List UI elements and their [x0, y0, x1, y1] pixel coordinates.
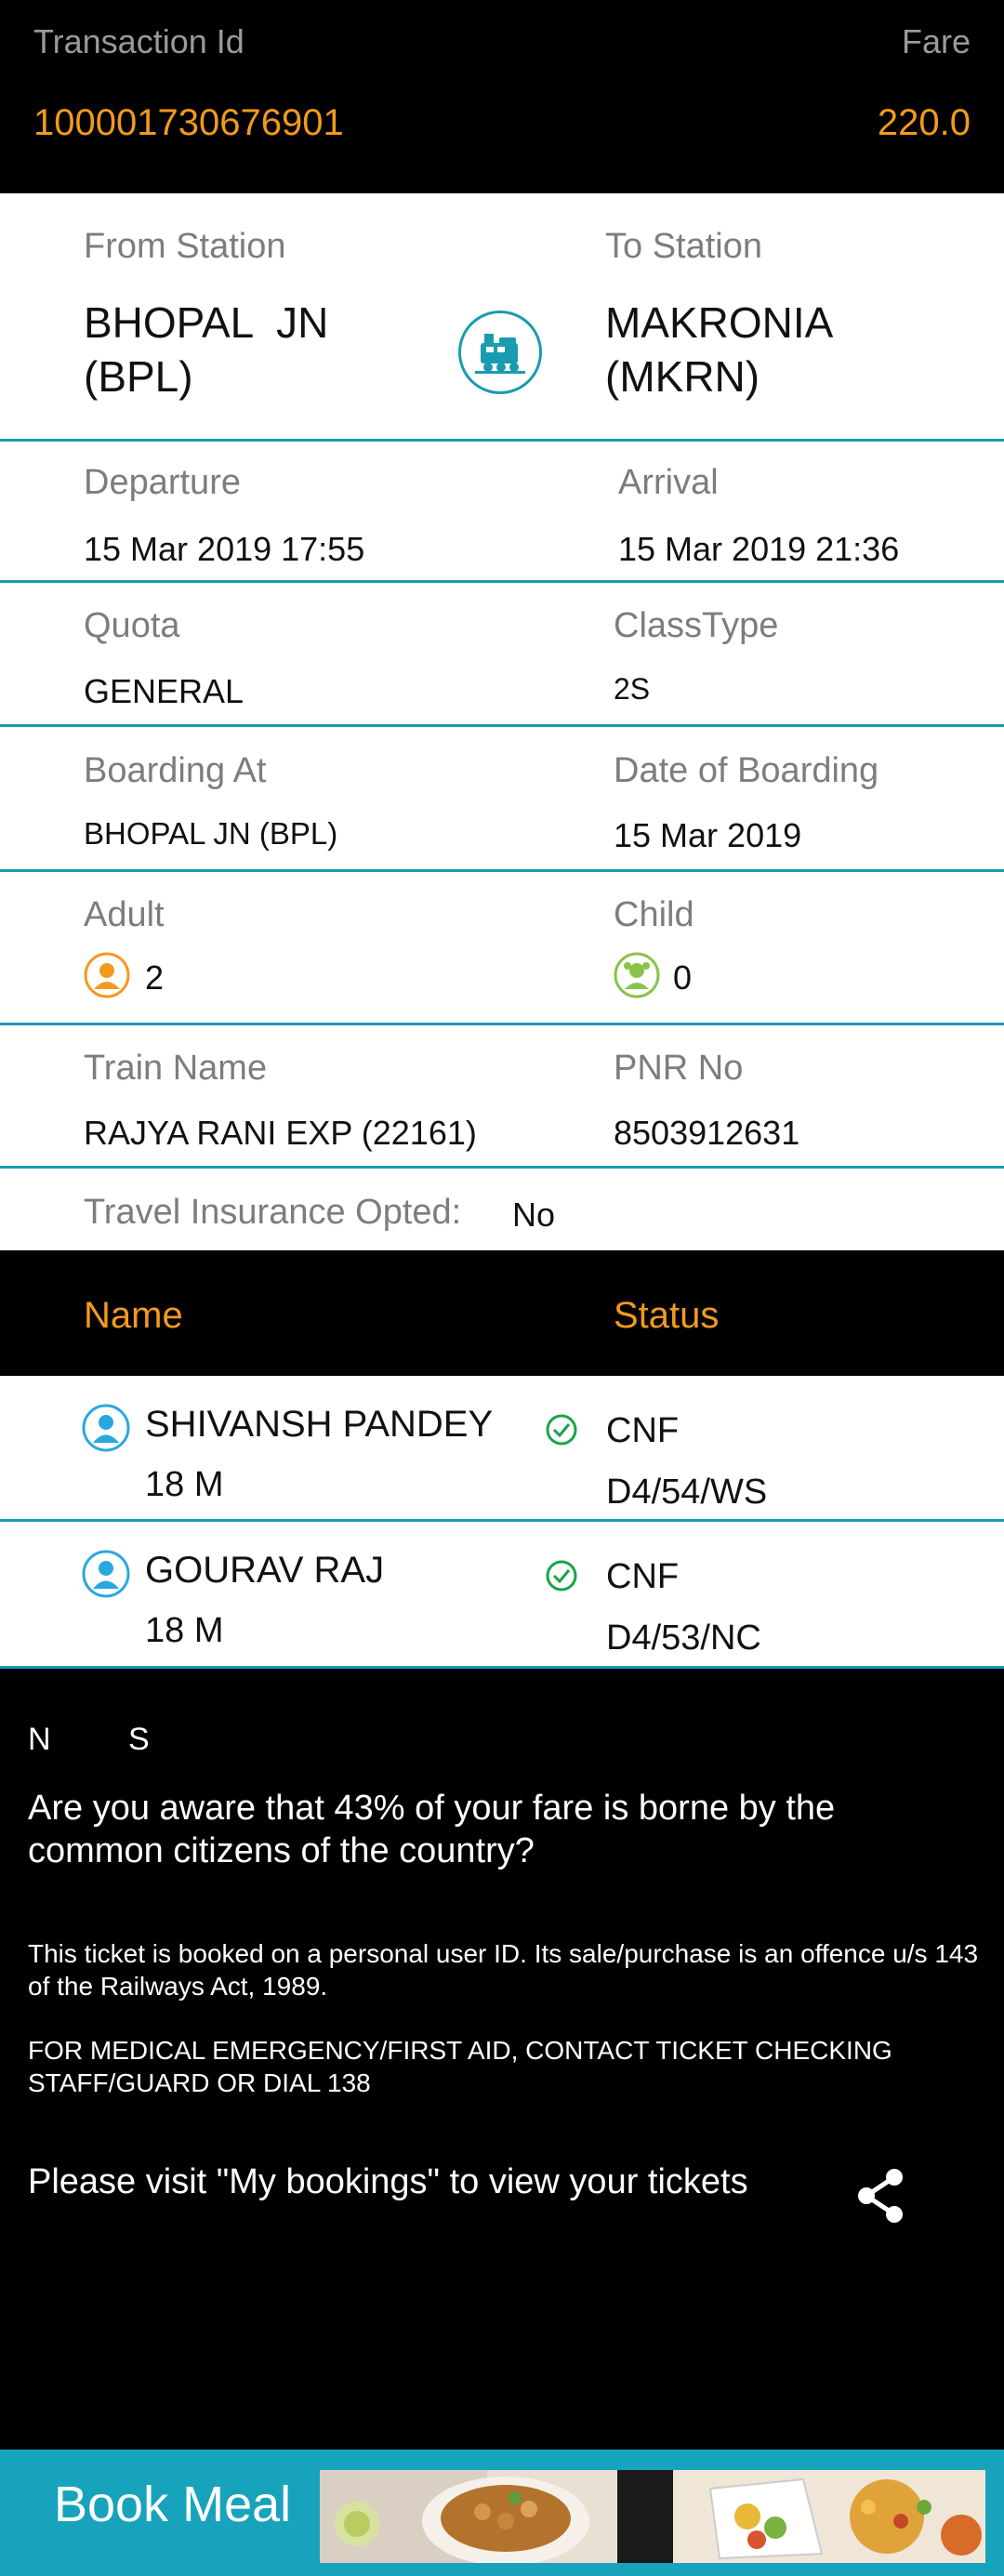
divider	[0, 869, 1004, 872]
quota-value: GENERAL	[84, 672, 244, 710]
date-of-boarding-label: Date of Boarding	[614, 751, 879, 790]
booking-status: CNF	[606, 1557, 680, 1596]
from-station-label: From Station	[84, 227, 286, 266]
divider	[0, 1666, 1004, 1669]
train-name-label: Train Name	[84, 1049, 268, 1088]
class-type-value: 2S	[614, 672, 651, 706]
fare-label: Fare	[901, 22, 971, 60]
arrival-label: Arrival	[618, 463, 719, 502]
date-of-boarding-value: 15 Mar 2019	[614, 816, 802, 854]
berth-info: D4/53/NC	[606, 1618, 761, 1658]
adult-count: 2	[145, 958, 165, 997]
transaction-id-label: Transaction Id	[33, 22, 244, 60]
departure-label: Departure	[84, 463, 241, 502]
to-station-value: MAKRONIA (MKRN)	[605, 298, 834, 401]
list-item: SHIVANSH PANDEY 18 M CNF D4/54/WS	[0, 1376, 1004, 1522]
list-item: GOURAV RAJ 18 M CNF D4/53/NC	[0, 1522, 1004, 1668]
ns-indicator-s: S	[128, 1722, 150, 1757]
transaction-id-value: 100001730676901	[33, 102, 344, 143]
divider	[0, 724, 1004, 727]
arrival-value: 15 Mar 2019 21:36	[618, 530, 900, 568]
child-icon	[614, 952, 660, 998]
passenger-age-gender: 18 M	[145, 1611, 224, 1650]
boarding-at-value: BHOPAL JN (BPL)	[84, 816, 338, 851]
divider	[0, 1023, 1004, 1025]
pnr-label: PNR No	[614, 1049, 744, 1088]
personal-id-notice: This ticket is booked on a personal user…	[28, 1939, 979, 2001]
boarding-at-label: Boarding At	[84, 751, 267, 790]
share-icon[interactable]	[852, 2166, 911, 2226]
name-column-header: Name	[84, 1295, 183, 1336]
insurance-value: No	[512, 1196, 556, 1234]
passenger-name: SHIVANSH PANDEY	[145, 1404, 494, 1445]
class-type-label: ClassType	[614, 606, 779, 645]
divider	[0, 1166, 1004, 1169]
to-station-label: To Station	[605, 227, 762, 266]
passenger-name: GOURAV RAJ	[145, 1550, 385, 1591]
pnr-value: 8503912631	[614, 1114, 800, 1152]
adult-label: Adult	[84, 895, 165, 934]
booking-status: CNF	[606, 1411, 680, 1450]
quota-label: Quota	[84, 606, 180, 645]
my-bookings-notice: Please visit "My bookings" to view your …	[28, 2162, 748, 2201]
departure-value: 15 Mar 2019 17:55	[84, 530, 365, 568]
transaction-header: Transaction Id 100001730676901 Fare 220.…	[0, 0, 1004, 193]
food-image	[320, 2470, 985, 2563]
child-count: 0	[673, 958, 693, 997]
book-meal-label: Book Meal	[54, 2477, 292, 2532]
passenger-icon	[82, 1550, 130, 1598]
book-meal-banner[interactable]: Book Meal	[0, 2450, 1004, 2576]
fare-value: 220.0	[877, 102, 971, 143]
fare-subsidy-notice: Are you aware that 43% of your fare is b…	[28, 1789, 836, 1870]
passenger-icon	[82, 1404, 130, 1452]
train-name-value: RAJYA RANI EXP (22161)	[84, 1114, 477, 1152]
child-label: Child	[614, 895, 694, 934]
ns-indicator-n: N	[28, 1722, 51, 1757]
confirmed-check-icon	[545, 1413, 578, 1447]
medical-emergency-notice: FOR MEDICAL EMERGENCY/FIRST AID, CONTACT…	[28, 2036, 892, 2097]
train-icon	[458, 310, 542, 394]
insurance-label: Travel Insurance Opted:	[84, 1193, 462, 1232]
divider	[0, 439, 1004, 442]
from-station-value: BHOPAL JN (BPL)	[84, 298, 329, 401]
berth-info: D4/54/WS	[606, 1473, 768, 1512]
divider	[0, 580, 1004, 583]
passenger-table-header: Name Status	[0, 1250, 1004, 1376]
adult-icon	[84, 952, 130, 998]
status-column-header: Status	[614, 1295, 720, 1336]
confirmed-check-icon	[545, 1559, 578, 1592]
passenger-age-gender: 18 M	[145, 1465, 224, 1504]
